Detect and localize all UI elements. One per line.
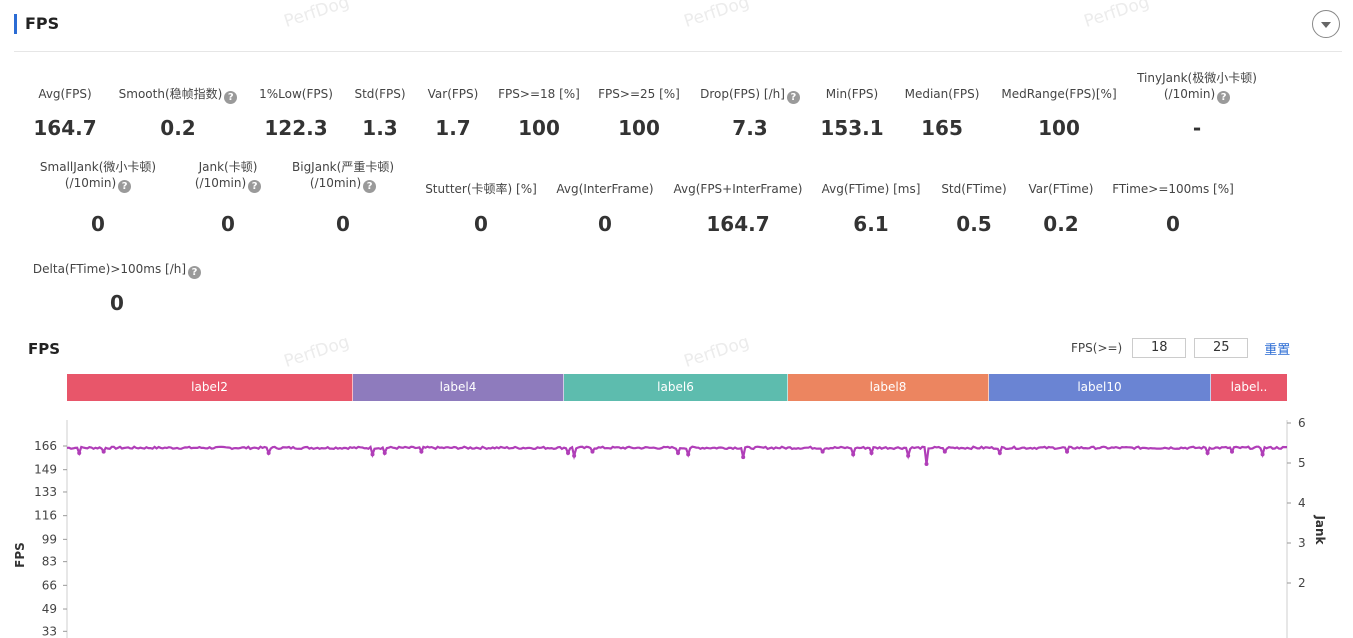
- y-tick-label: 133: [34, 485, 57, 499]
- y2-tick-label: 4: [1298, 496, 1306, 510]
- y-axis-title: FPS: [13, 542, 27, 568]
- y-tick-label: 83: [42, 555, 57, 569]
- reset-button[interactable]: 重置: [1264, 339, 1290, 358]
- y-tick-label: 166: [34, 439, 57, 453]
- chart-title: FPS: [28, 340, 61, 358]
- fps-data-point: [1260, 452, 1265, 457]
- fps-data-point: [1205, 450, 1210, 455]
- y-tick-label: 66: [42, 578, 57, 592]
- fps-data-point: [266, 450, 271, 455]
- fps-data-point: [566, 450, 571, 455]
- fps-data-point: [590, 449, 595, 454]
- y2-tick-label: 6: [1298, 416, 1306, 430]
- section-title: FPS: [25, 14, 60, 33]
- fps-data-point: [101, 449, 106, 454]
- fps-data-point: [997, 450, 1002, 455]
- fps-series-line: [66, 445, 1287, 465]
- label-segment[interactable]: label6: [564, 374, 788, 401]
- y-tick-label: 99: [42, 532, 57, 546]
- label-segment[interactable]: label8: [788, 374, 989, 401]
- label-segment[interactable]: label10: [989, 374, 1211, 401]
- header-accent-bar: [14, 14, 17, 34]
- fps-threshold-input-1[interactable]: 18: [1132, 338, 1187, 358]
- fps-data-point: [851, 452, 856, 457]
- metric-label-unit: (/10min)?: [1087, 86, 1307, 104]
- metric-label: Delta(FTime)>100ms [/h]?: [7, 261, 227, 279]
- fps-data-point: [741, 455, 746, 460]
- fps-data-point: [1230, 449, 1235, 454]
- label-segment[interactable]: label..: [1211, 374, 1287, 401]
- y-tick-label: 33: [42, 624, 57, 638]
- fps-data-point: [370, 452, 375, 457]
- fps-data-point: [924, 461, 929, 466]
- section-header: FPS: [14, 10, 1342, 52]
- fps-data-point: [676, 450, 681, 455]
- label-segments-bar: label2 label4 label6 label8 label10 label..: [67, 374, 1287, 401]
- fps-data-point: [820, 449, 825, 454]
- fps-data-point: [1065, 449, 1070, 454]
- fps-threshold-filter: FPS(>=) 18 25 重置: [1071, 338, 1290, 358]
- metric-label: FTime>=100ms [%]: [1112, 182, 1234, 196]
- y-tick-label: 49: [42, 602, 57, 616]
- watermark: PerfDog: [681, 332, 752, 372]
- help-icon[interactable]: ?: [1217, 91, 1231, 104]
- fps-data-point: [906, 453, 911, 458]
- y2-axis-title: Jank: [1313, 514, 1327, 545]
- fps-threshold-input-2[interactable]: 25: [1194, 338, 1249, 358]
- help-icon[interactable]: ?: [188, 266, 202, 279]
- y2-tick-label: 3: [1298, 536, 1306, 550]
- y2-tick-label: 2: [1298, 576, 1306, 590]
- fps-data-point: [942, 449, 947, 454]
- label-segment[interactable]: label4: [353, 374, 564, 401]
- metric-label: BigJank(严重卡顿): [292, 160, 394, 174]
- watermark: PerfDog: [281, 332, 352, 372]
- fps-data-point: [382, 450, 387, 455]
- label-segment[interactable]: label2: [67, 374, 353, 401]
- collapse-button[interactable]: [1312, 10, 1340, 38]
- metric-label: TinyJank(极微小卡顿): [1137, 71, 1257, 85]
- metric-value: 0: [1166, 212, 1180, 236]
- fps-filter-label: FPS(>=): [1071, 341, 1123, 355]
- fps-line-chart: 166 149 133 116 99 83 66 49 33 6 5 4 3 2 FPS Jank: [13, 416, 1327, 638]
- fps-data-point: [686, 452, 691, 457]
- metric-value: 0: [110, 291, 124, 315]
- metric-value: -: [1192, 116, 1202, 140]
- y2-tick-label: 5: [1298, 456, 1306, 470]
- fps-data-point: [572, 453, 577, 458]
- fps-data-point: [77, 450, 82, 455]
- fps-data-point: [869, 450, 874, 455]
- y-tick-label: 116: [34, 509, 57, 523]
- chevron-down-icon: [1321, 22, 1331, 28]
- fps-data-point: [419, 449, 424, 454]
- y-tick-label: 149: [34, 463, 57, 477]
